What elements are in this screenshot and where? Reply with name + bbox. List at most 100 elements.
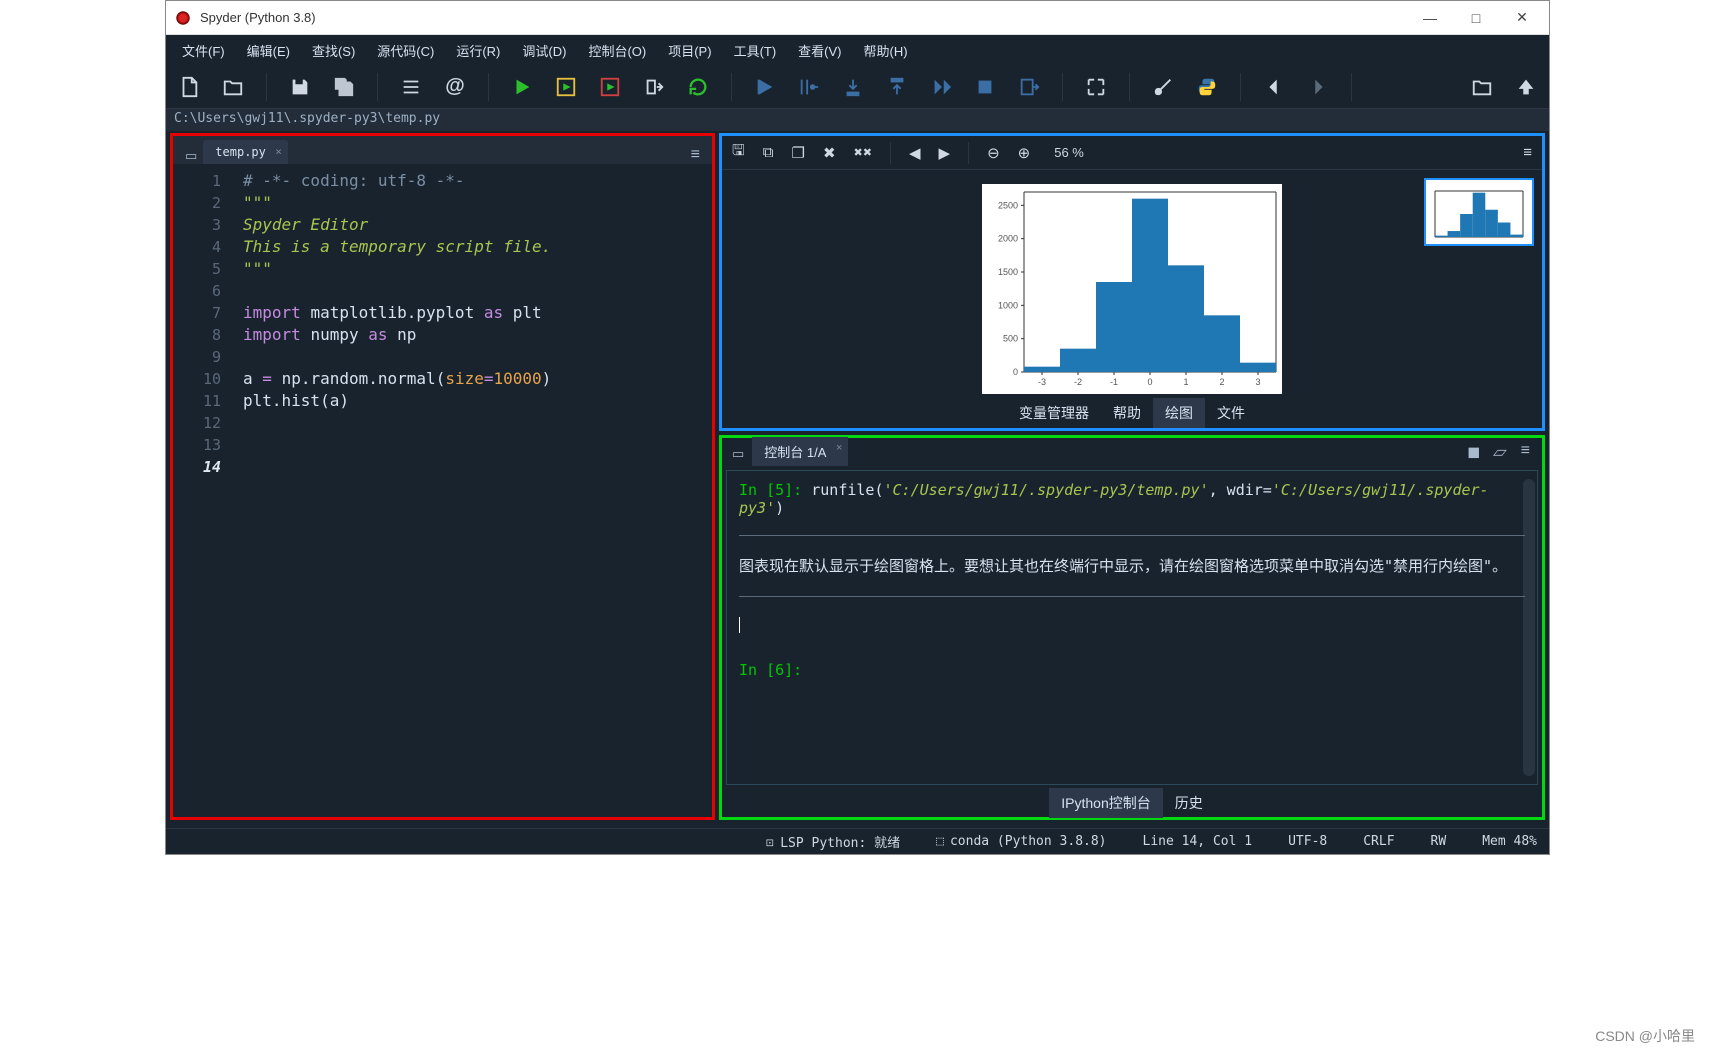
save-all-plots-icon[interactable]: ⧉ bbox=[763, 144, 774, 161]
remove-plot-icon[interactable]: ✖ bbox=[823, 144, 836, 162]
menu-tools[interactable]: 工具(T) bbox=[724, 37, 787, 64]
svg-text:1500: 1500 bbox=[998, 267, 1018, 277]
run-cell-icon[interactable] bbox=[551, 72, 581, 102]
tab-plots[interactable]: 绘图 bbox=[1153, 398, 1205, 428]
svg-text:1000: 1000 bbox=[998, 300, 1018, 310]
svg-text:2: 2 bbox=[1219, 377, 1224, 387]
svg-text:-2: -2 bbox=[1074, 377, 1082, 387]
browse-tabs-icon[interactable]: ▭ bbox=[179, 148, 203, 164]
rerun-icon[interactable] bbox=[683, 72, 713, 102]
save-icon[interactable] bbox=[285, 72, 315, 102]
status-eol[interactable]: CRLF bbox=[1363, 834, 1394, 849]
debug-step-out-icon[interactable] bbox=[882, 72, 912, 102]
zoom-out-icon[interactable]: ⊖ bbox=[987, 144, 1000, 162]
menu-source[interactable]: 源代码(C) bbox=[367, 37, 444, 64]
menu-edit[interactable]: 编辑(E) bbox=[237, 37, 300, 64]
back-icon[interactable] bbox=[1259, 72, 1289, 102]
histogram-chart: 05001000150020002500-3-2-10123 bbox=[982, 184, 1282, 394]
clear-console-icon[interactable]: ▱ bbox=[1492, 442, 1510, 462]
minimize-button[interactable]: — bbox=[1407, 2, 1453, 34]
tab-variable-explorer[interactable]: 变量管理器 bbox=[1007, 398, 1101, 428]
python-path-icon[interactable] bbox=[1192, 72, 1222, 102]
separator bbox=[377, 73, 378, 101]
tab-ipython-console[interactable]: IPython控制台 bbox=[1049, 788, 1162, 818]
right-column: 🖫 ⧉ ❐ ✖ ✖✖ ◀ ▶ ⊖ ⊕ 56 % ≡ 05001000150020… bbox=[719, 133, 1545, 820]
debug-step-in-icon[interactable] bbox=[838, 72, 868, 102]
separator bbox=[266, 73, 267, 101]
separator bbox=[1240, 73, 1241, 101]
tab-files[interactable]: 文件 bbox=[1205, 398, 1257, 428]
status-encoding[interactable]: UTF-8 bbox=[1288, 834, 1327, 849]
close-console-tab-icon[interactable]: × bbox=[836, 442, 842, 454]
debug-step-icon[interactable] bbox=[794, 72, 824, 102]
watermark: CSDN @小哈里 bbox=[1595, 1026, 1695, 1046]
tab-history[interactable]: 历史 bbox=[1163, 788, 1215, 818]
editor-options-icon[interactable]: ≡ bbox=[685, 146, 706, 164]
status-cursor: Line 14, Col 1 bbox=[1143, 834, 1253, 849]
close-tab-icon[interactable]: × bbox=[275, 145, 282, 158]
prev-plot-icon[interactable]: ◀ bbox=[909, 144, 921, 162]
status-lsp[interactable]: ⟐LSP Python: 就绪 bbox=[764, 832, 900, 851]
plot-body: 05001000150020002500-3-2-10123 bbox=[722, 170, 1542, 398]
editor-tab[interactable]: temp.py × bbox=[203, 140, 288, 164]
menu-consoles[interactable]: 控制台(O) bbox=[578, 37, 656, 64]
menu-file[interactable]: 文件(F) bbox=[172, 37, 235, 64]
app-window: Spyder (Python 3.8) — □ ✕ 文件(F) 编辑(E) 查找… bbox=[165, 0, 1550, 855]
console-options-icon[interactable]: ≡ bbox=[1521, 442, 1530, 462]
working-dir-browse-icon[interactable] bbox=[1467, 72, 1497, 102]
at-icon[interactable]: @ bbox=[440, 72, 470, 102]
next-plot-icon[interactable]: ▶ bbox=[939, 144, 951, 162]
remove-all-plots-icon[interactable]: ✖✖ bbox=[854, 146, 872, 159]
browse-consoles-icon[interactable]: ▭ bbox=[728, 446, 752, 466]
right-pane-tabs: 变量管理器 帮助 绘图 文件 bbox=[722, 398, 1542, 428]
copy-plot-icon[interactable]: ❐ bbox=[792, 144, 805, 162]
console-tab[interactable]: 控制台 1/A × bbox=[752, 437, 848, 466]
maximize-pane-icon[interactable] bbox=[1081, 72, 1111, 102]
new-file-icon[interactable] bbox=[174, 72, 204, 102]
menu-run[interactable]: 运行(R) bbox=[446, 37, 510, 64]
close-button[interactable]: ✕ bbox=[1499, 2, 1545, 34]
open-file-icon[interactable] bbox=[218, 72, 248, 102]
save-plot-icon[interactable]: 🖫 bbox=[732, 140, 745, 165]
debug-continue-icon[interactable] bbox=[926, 72, 956, 102]
status-env[interactable]: ⬚conda (Python 3.8.8) bbox=[936, 834, 1106, 849]
status-mem: Mem 48% bbox=[1482, 834, 1537, 849]
run-icon[interactable] bbox=[507, 72, 537, 102]
forward-icon[interactable] bbox=[1303, 72, 1333, 102]
debug-exit-icon[interactable] bbox=[1014, 72, 1044, 102]
working-dir-up-icon[interactable] bbox=[1511, 72, 1541, 102]
save-all-icon[interactable] bbox=[329, 72, 359, 102]
menu-projects[interactable]: 项目(P) bbox=[658, 37, 721, 64]
debug-stop-icon[interactable] bbox=[970, 72, 1000, 102]
menu-view[interactable]: 查看(V) bbox=[788, 37, 851, 64]
menu-search[interactable]: 查找(S) bbox=[302, 37, 365, 64]
editor-pane: ▭ temp.py × ≡ 1234567891011121314 # -*- … bbox=[170, 133, 715, 820]
menu-debug[interactable]: 调试(D) bbox=[512, 37, 576, 64]
maximize-button[interactable]: □ bbox=[1453, 2, 1499, 34]
menu-help[interactable]: 帮助(H) bbox=[854, 37, 918, 64]
debug-start-icon[interactable] bbox=[750, 72, 780, 102]
ipython-console[interactable]: In [5]: runfile('C:/Users/gwj11/.spyder-… bbox=[726, 470, 1538, 785]
run-cell-advance-icon[interactable] bbox=[595, 72, 625, 102]
run-selection-icon[interactable] bbox=[639, 72, 669, 102]
code-content[interactable]: # -*- coding: utf-8 -*-"""Spyder EditorT… bbox=[235, 164, 712, 817]
separator bbox=[731, 73, 732, 101]
plot-options-icon[interactable]: ≡ bbox=[1523, 144, 1532, 161]
console-bottom-tabs: IPython控制台 历史 bbox=[722, 789, 1542, 817]
svg-text:500: 500 bbox=[1003, 334, 1018, 344]
titlebar: Spyder (Python 3.8) — □ ✕ bbox=[166, 1, 1549, 35]
console-tabbar: ▭ 控制台 1/A × ◼ ▱ ≡ bbox=[722, 438, 1542, 466]
interrupt-kernel-icon[interactable]: ◼ bbox=[1467, 442, 1480, 462]
line-numbers: 1234567891011121314 bbox=[173, 164, 235, 817]
code-editor[interactable]: 1234567891011121314 # -*- coding: utf-8 … bbox=[173, 164, 712, 817]
plot-thumbnail[interactable] bbox=[1424, 178, 1534, 246]
plot-pane: 🖫 ⧉ ❐ ✖ ✖✖ ◀ ▶ ⊖ ⊕ 56 % ≡ 05001000150020… bbox=[719, 133, 1545, 431]
runfile-call: runfile bbox=[811, 481, 874, 499]
outline-icon[interactable] bbox=[396, 72, 426, 102]
separator bbox=[1129, 73, 1130, 101]
console-scrollbar[interactable] bbox=[1523, 479, 1535, 776]
tab-help[interactable]: 帮助 bbox=[1101, 398, 1153, 428]
zoom-in-icon[interactable]: ⊕ bbox=[1018, 144, 1031, 162]
preferences-icon[interactable] bbox=[1148, 72, 1178, 102]
separator bbox=[488, 73, 489, 101]
